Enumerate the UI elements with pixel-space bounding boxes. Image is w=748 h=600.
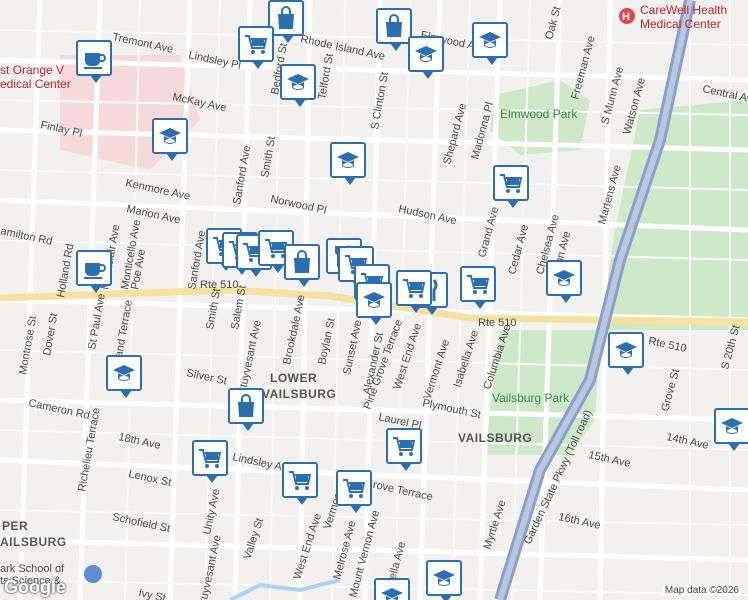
street-label: Unity Ave [201, 488, 222, 536]
stream [229, 578, 341, 600]
grocery-cart-marker[interactable] [336, 470, 372, 513]
street-label: 15th Ave [587, 449, 631, 470]
street-label: Dover St [41, 312, 60, 356]
street-label: Grove St [659, 368, 682, 413]
street-label: Silver St [185, 367, 228, 387]
grocery-cart-marker[interactable] [282, 462, 318, 505]
area-label-upper-vailsburg-fragment: AILSBURG [0, 535, 67, 549]
street-label: Grand Ave [476, 206, 501, 259]
map-attribution[interactable]: Map data ©2026 [661, 585, 742, 596]
street-label: Plymouth St [421, 397, 482, 421]
map-canvas[interactable]: Tremont Ave Rhode Island Ave Lindsley Pl… [0, 0, 748, 600]
school-marker[interactable] [714, 408, 748, 451]
street-label: 16th Ave [557, 511, 601, 532]
grocery-cart-marker[interactable] [493, 165, 529, 208]
school-marker[interactable] [106, 355, 142, 398]
grocery-cart-marker[interactable] [396, 270, 432, 313]
route-label: Rte 510 [647, 335, 687, 355]
street-label: Holland Rd [55, 243, 76, 299]
street-label: Freeman Ave [569, 35, 597, 101]
cafe-marker[interactable] [76, 250, 112, 293]
street-label: Valley St [241, 517, 266, 561]
street-label: amilton Rd [0, 225, 53, 248]
grocery-cart-marker[interactable] [386, 428, 422, 471]
poi-label-eo-vamc-sub: edical Center [0, 77, 71, 91]
street-label: Montrose St [17, 315, 39, 375]
park-label-vailsburg: Vailsburg Park [492, 391, 570, 405]
area-label-lower: LOWER [270, 371, 317, 385]
street-label: Schofield St [111, 511, 171, 535]
school-poi-icon [84, 565, 102, 583]
grocery-cart-marker[interactable] [192, 440, 228, 483]
street-label: Sunset Ave [341, 319, 364, 376]
grocery-cart-marker[interactable] [238, 26, 274, 69]
school-marker[interactable] [152, 118, 188, 161]
street-label: Hudson Ave [397, 203, 457, 227]
area-label-vailsburg: VAILSBURG [458, 431, 532, 445]
street-label: Lenox St [127, 468, 172, 489]
school-marker[interactable] [330, 142, 366, 185]
school-marker[interactable] [608, 332, 644, 375]
street-label: Lindsley Pl [187, 49, 242, 72]
area-label-vailsburg-lower: VAILSBURG [262, 387, 336, 401]
grocery-cart-marker[interactable] [460, 266, 496, 309]
cafe-marker[interactable] [76, 40, 112, 83]
school-marker[interactable] [546, 260, 582, 303]
street-label: Sanford Ave [231, 145, 253, 206]
google-logo: Google [4, 577, 66, 597]
school-marker[interactable] [356, 282, 392, 325]
street-label: Cedar Ave [506, 223, 531, 276]
street-label: S 20th St [719, 324, 742, 371]
street-label: S Clinton St [369, 71, 391, 130]
school-marker[interactable] [280, 64, 316, 107]
school-marker[interactable] [374, 578, 410, 600]
street-label: Ivy St [137, 587, 166, 600]
shopping-bag-marker[interactable] [228, 388, 264, 431]
street-label: Smith St [259, 135, 278, 178]
park-label-elmwood: Elmwood Park [500, 107, 578, 121]
east-park-area [600, 100, 748, 330]
svg-text:H: H [622, 11, 630, 23]
shopping-bag-marker[interactable] [284, 244, 320, 287]
school-marker[interactable] [408, 36, 444, 79]
school-marker[interactable] [472, 22, 508, 65]
street-label: Tremont Ave [111, 31, 174, 56]
shopping-bag-marker[interactable] [376, 8, 412, 51]
poi-label-carewell-sub: Medical Center [640, 17, 721, 31]
poi-label-eo-vamc: st Orange V [0, 63, 64, 77]
poi-label-school: ark School of [0, 563, 65, 575]
street-label: Isabella Ave [451, 329, 481, 389]
street-label: Telford St [316, 53, 336, 101]
school-marker[interactable] [426, 560, 462, 600]
area-label-upper-fragment: PER [2, 519, 28, 533]
poi-label-carewell: CareWell Health [640, 3, 727, 17]
